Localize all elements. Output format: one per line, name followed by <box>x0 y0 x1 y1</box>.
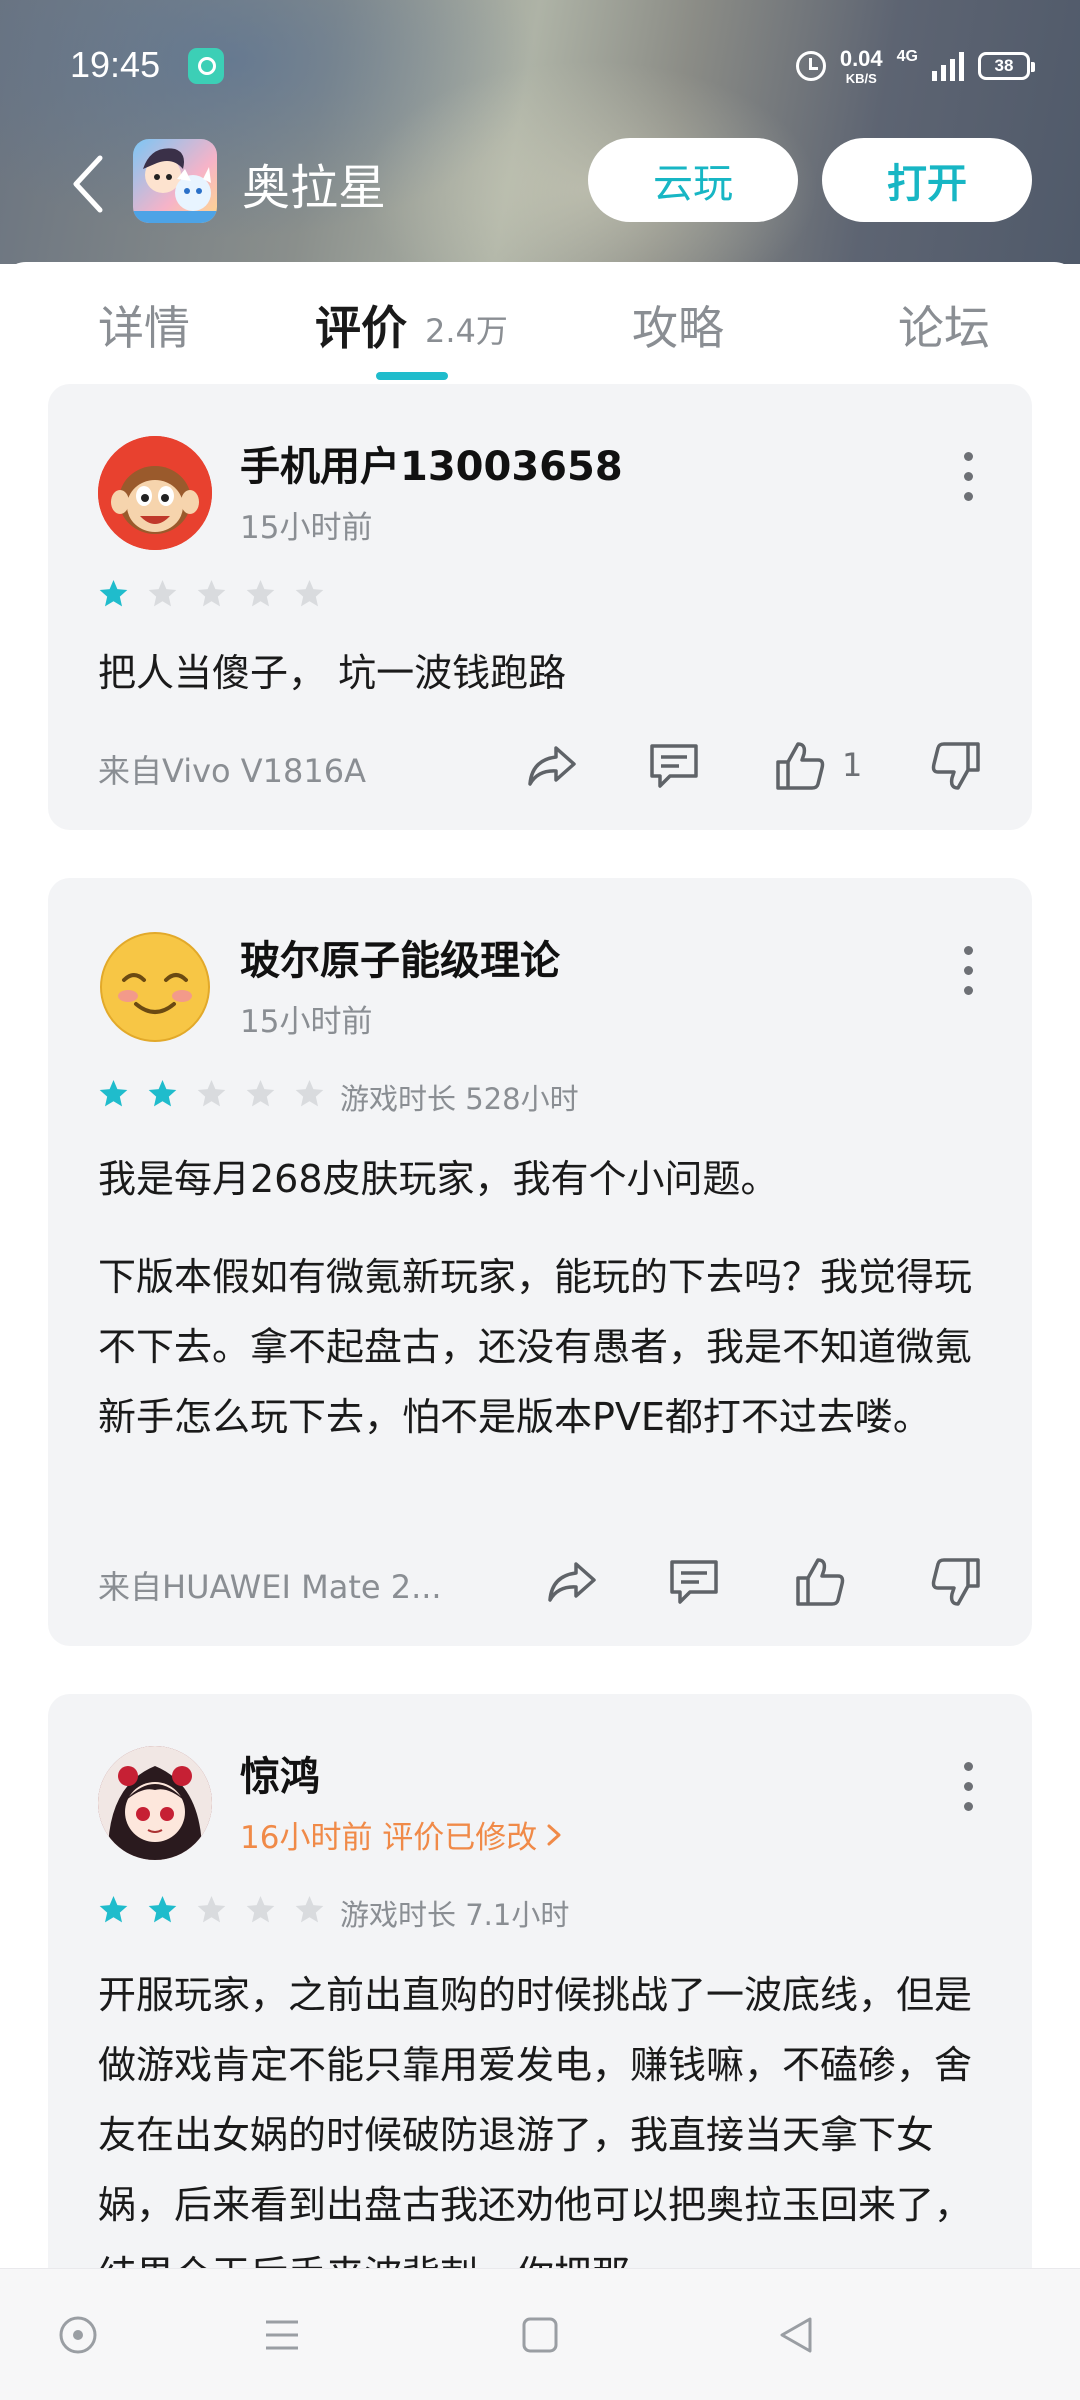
star-icon <box>197 1079 226 1107</box>
more-icon[interactable] <box>964 1762 974 1811</box>
star-icon <box>148 1079 177 1107</box>
review-text: 我是每月268皮肤玩家，我有个小问题。 下版本假如有微氪新玩家，能玩的下去吗？我… <box>98 1144 988 1452</box>
review-card: 玻尔原子能级理论 15小时前 游戏时长 528小时 我是每月268皮肤玩家，我有… <box>48 878 1032 1646</box>
review-username[interactable]: 手机用户13003658 <box>240 434 623 492</box>
network-type: 4G <box>896 48 918 65</box>
star-icon <box>99 1079 128 1107</box>
review-paragraph: 我是每月268皮肤玩家，我有个小问题。 <box>98 1157 779 1201</box>
home-icon[interactable] <box>518 2313 562 2357</box>
star-icon <box>246 1895 275 1923</box>
star-icon <box>295 1079 324 1107</box>
status-bar: 19:45 0.04 KB/S 4G 38 <box>0 0 1080 130</box>
review-device: 来自HUAWEI Mate 2... <box>98 1568 442 1606</box>
review-paragraph: 把人当傻子， 坑一波钱跑路 <box>98 651 567 695</box>
review-paragraph: 下版本假如有微氪新玩家，能玩的下去吗？我觉得玩不下去。拿不起盘古，还没有愚者，我… <box>98 1255 973 1439</box>
review-time: 15小时前 <box>240 510 373 546</box>
review-time-edited[interactable]: 16小时前 评价已修改 <box>240 1812 563 1857</box>
net-speed-unit: KB/S <box>845 70 877 86</box>
tab-reviews[interactable]: 评价 <box>315 292 407 358</box>
star-icon <box>99 1895 128 1923</box>
star-icon <box>197 579 226 607</box>
net-speed-value: 0.04 <box>839 45 883 71</box>
dislike-icon[interactable] <box>928 738 984 794</box>
status-icons: 0.04 KB/S 4G 38 <box>795 44 1035 88</box>
avatar[interactable] <box>98 1746 212 1860</box>
cloud-play-button[interactable]: 云玩 <box>588 138 798 222</box>
comment-icon[interactable] <box>646 738 702 794</box>
share-icon[interactable] <box>544 1554 600 1610</box>
tab-active-indicator <box>376 372 448 380</box>
system-nav-bar <box>0 2268 1080 2400</box>
app-bar: 奥拉星 云玩 打开 <box>0 130 1080 240</box>
review-time: 15小时前 <box>240 1004 373 1040</box>
back-icon[interactable] <box>64 152 114 216</box>
rating-stars <box>98 1078 325 1109</box>
open-button[interactable]: 打开 <box>822 138 1032 222</box>
notification-app-icon <box>188 48 224 84</box>
star-icon <box>246 1079 275 1107</box>
star-icon <box>246 579 275 607</box>
rating-stars <box>98 578 325 609</box>
app-header: 19:45 0.04 KB/S 4G 38 奥拉星 云玩 打开 <box>0 0 1080 264</box>
star-icon <box>148 1895 177 1923</box>
review-username[interactable]: 玻尔原子能级理论 <box>240 928 560 986</box>
comment-icon[interactable] <box>666 1554 722 1610</box>
signal-icon <box>932 51 964 81</box>
tab-reviews-count: 2.4万 <box>425 312 508 350</box>
tab-details[interactable]: 详情 <box>98 292 190 358</box>
chevron-right-icon <box>547 1824 561 1845</box>
net-speed: 0.04 KB/S <box>839 45 883 86</box>
menu-icon[interactable] <box>260 2313 304 2357</box>
alarm-icon <box>795 51 826 81</box>
star-icon <box>295 1895 324 1923</box>
like-count: 1 <box>842 746 863 784</box>
more-icon[interactable] <box>964 452 974 501</box>
more-icon[interactable] <box>964 946 974 995</box>
tab-forum[interactable]: 论坛 <box>898 292 990 358</box>
review-device: 来自Vivo V1816A <box>98 752 366 790</box>
star-icon <box>99 579 128 607</box>
tab-guides[interactable]: 攻略 <box>632 292 724 358</box>
dislike-icon[interactable] <box>928 1554 984 1610</box>
tab-bar: 详情 评价 2.4万 攻略 论坛 <box>0 262 1080 382</box>
back-nav-icon[interactable] <box>774 2313 818 2357</box>
review-text: 开服玩家，之前出直购的时候挑战了一波底线，但是做游戏肯定不能只靠用爱发电，赚钱嘛… <box>98 1960 988 2310</box>
like-icon[interactable] <box>792 1554 848 1610</box>
battery-icon: 38 <box>978 52 1035 80</box>
like-icon[interactable] <box>772 738 828 794</box>
star-icon <box>148 579 177 607</box>
review-text: 把人当傻子， 坑一波钱跑路 <box>98 638 988 708</box>
rating-stars <box>98 1894 325 1925</box>
avatar[interactable] <box>98 930 212 1044</box>
review-playtime: 游戏时长 528小时 <box>340 1082 579 1116</box>
share-icon[interactable] <box>524 738 580 794</box>
status-time: 19:45 <box>70 44 161 85</box>
app-logo <box>133 139 217 223</box>
avatar[interactable] <box>98 436 212 550</box>
star-icon <box>197 1895 226 1923</box>
review-playtime: 游戏时长 7.1小时 <box>340 1898 570 1932</box>
review-username[interactable]: 惊鸿 <box>240 1744 320 1802</box>
assistant-icon[interactable] <box>56 2313 100 2357</box>
review-card: 惊鸿 16小时前 评价已修改 游戏时长 7.1小时 开服玩家，之前出直购的时候挑… <box>48 1694 1032 2314</box>
review-card: 手机用户13003658 15小时前 把人当傻子， 坑一波钱跑路 来自Vivo … <box>48 384 1032 830</box>
review-time: 16小时前 评价已修改 <box>240 1820 538 1856</box>
app-name: 奥拉星 <box>242 160 387 216</box>
review-paragraph: 开服玩家，之前出直购的时候挑战了一波底线，但是做游戏肯定不能只靠用爱发电，赚钱嘛… <box>98 1973 973 2297</box>
star-icon <box>295 579 324 607</box>
